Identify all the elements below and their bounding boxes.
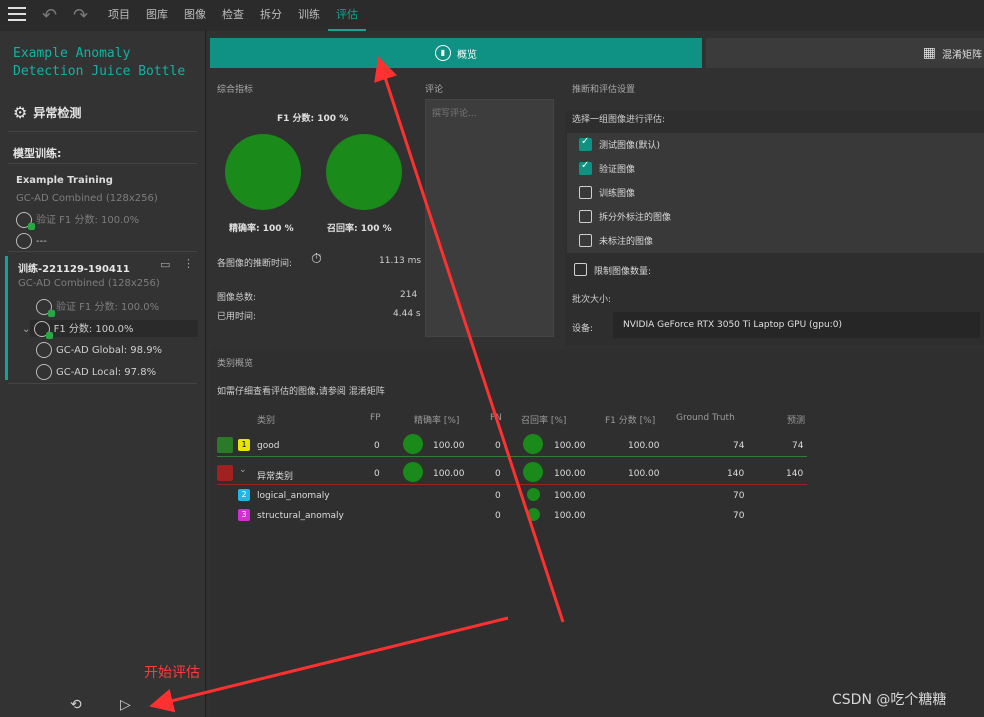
arrow-to-overview	[374, 56, 565, 623]
annotation-label: 开始评估	[144, 665, 200, 681]
arrow-to-play	[149, 616, 509, 713]
annotation-arrows	[149, 56, 565, 713]
watermark: CSDN @吃个糖糖	[832, 692, 947, 708]
